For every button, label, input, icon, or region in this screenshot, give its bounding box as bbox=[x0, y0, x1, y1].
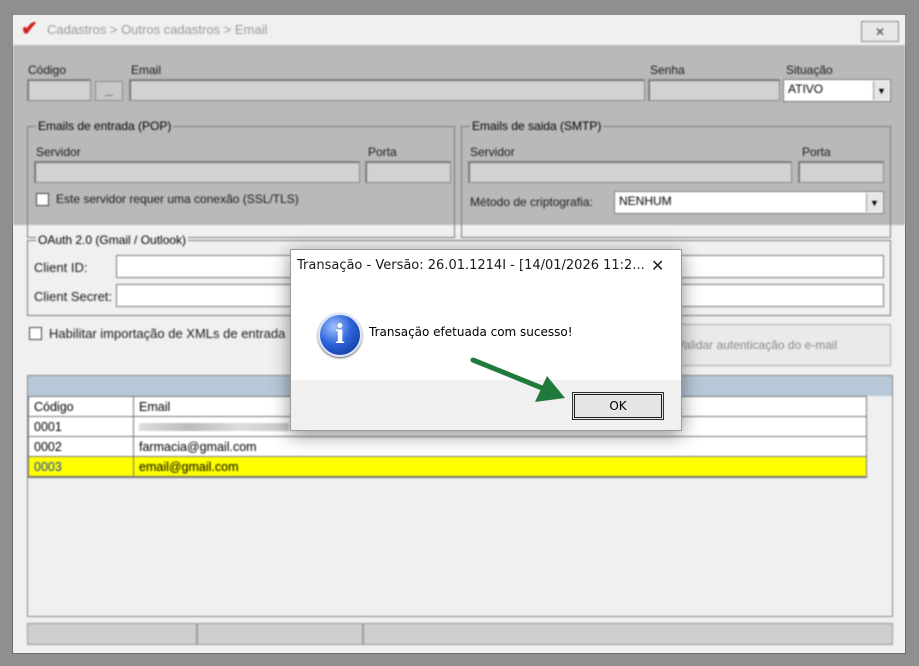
email-label: Email bbox=[131, 63, 162, 77]
pop-servidor-label: Servidor bbox=[36, 145, 81, 159]
status-panel-2 bbox=[197, 623, 363, 645]
title-bar: ✔ Cadastros > Outros cadastros > Email ✕ bbox=[13, 15, 905, 45]
pop-porta-field[interactable] bbox=[365, 161, 451, 183]
cripto-label: Método de criptografia: bbox=[470, 195, 593, 209]
smtp-group-title: Emails de saida (SMTP) bbox=[470, 119, 604, 133]
import-checkbox[interactable] bbox=[29, 327, 42, 340]
codigo-label: Código bbox=[28, 63, 67, 77]
check-logo-icon: ✔ bbox=[21, 18, 38, 40]
table-row[interactable]: 0002 farmacia@gmail.com bbox=[29, 437, 866, 457]
senha-field[interactable] bbox=[648, 79, 780, 101]
status-panel-3 bbox=[363, 623, 893, 645]
window-close-button[interactable]: ✕ bbox=[861, 21, 899, 42]
cripto-value: NENHUM bbox=[619, 194, 672, 208]
status-bar bbox=[27, 623, 893, 645]
row-email: farmacia@gmail.com bbox=[139, 439, 257, 454]
codigo-field[interactable] bbox=[27, 79, 91, 101]
redacted-email bbox=[139, 422, 289, 431]
status-panel-1 bbox=[27, 623, 197, 645]
cripto-select[interactable]: NENHUM ▼ bbox=[614, 191, 884, 214]
pop-servidor-field[interactable] bbox=[34, 161, 360, 183]
row-codigo: 0003 bbox=[29, 457, 134, 476]
pop-porta-label: Porta bbox=[368, 145, 397, 159]
situacao-value: ATIVO bbox=[788, 82, 824, 96]
client-secret-label: Client Secret: bbox=[34, 289, 113, 304]
ok-button[interactable]: OK bbox=[572, 392, 664, 420]
smtp-servidor-label: Servidor bbox=[470, 145, 515, 159]
chevron-down-icon: ▼ bbox=[873, 81, 889, 100]
oauth-group-title: OAuth 2.0 (Gmail / Outlook) bbox=[36, 233, 189, 247]
dialog-close-button[interactable]: ✕ bbox=[651, 256, 664, 276]
table-row-selected[interactable]: 0003 email@gmail.com bbox=[29, 457, 866, 477]
pop-group: Emails de entrada (POP) Servidor Porta E… bbox=[27, 119, 455, 238]
row-codigo: 0001 bbox=[29, 417, 134, 436]
smtp-porta-field[interactable] bbox=[798, 161, 884, 183]
form-panel: Código ... Email Senha Situação ATIVO ▼ … bbox=[13, 45, 905, 238]
ssl-checkbox[interactable] bbox=[36, 193, 49, 206]
info-icon: i bbox=[318, 313, 362, 357]
green-arrow-icon bbox=[470, 357, 565, 402]
smtp-group: Emails de saida (SMTP) Servidor Porta Mé… bbox=[461, 119, 891, 238]
client-id-label: Client ID: bbox=[34, 260, 88, 275]
situacao-select[interactable]: ATIVO ▼ bbox=[783, 79, 891, 102]
senha-label: Senha bbox=[650, 63, 685, 77]
dialog-title: Transação - Versão: 26.01.1214I - [14/01… bbox=[297, 258, 645, 273]
smtp-servidor-field[interactable] bbox=[468, 161, 792, 183]
row-codigo: 0002 bbox=[29, 437, 134, 456]
dialog-message: Transação efetuada com sucesso! bbox=[369, 325, 573, 339]
lookup-button[interactable]: ... bbox=[95, 81, 123, 101]
import-label: Habilitar importação de XMLs de entrada bbox=[49, 326, 286, 341]
email-field[interactable] bbox=[129, 79, 645, 101]
chevron-down-icon: ▼ bbox=[866, 193, 882, 212]
pop-group-title: Emails de entrada (POP) bbox=[36, 119, 174, 133]
smtp-porta-label: Porta bbox=[802, 145, 831, 159]
row-email: email@gmail.com bbox=[139, 459, 239, 474]
ssl-label: Este servidor requer uma conexão (SSL/TL… bbox=[56, 192, 299, 206]
breadcrumb: Cadastros > Outros cadastros > Email bbox=[47, 22, 268, 37]
situacao-label: Situação bbox=[786, 63, 833, 77]
column-header-codigo[interactable]: Código bbox=[29, 397, 134, 416]
